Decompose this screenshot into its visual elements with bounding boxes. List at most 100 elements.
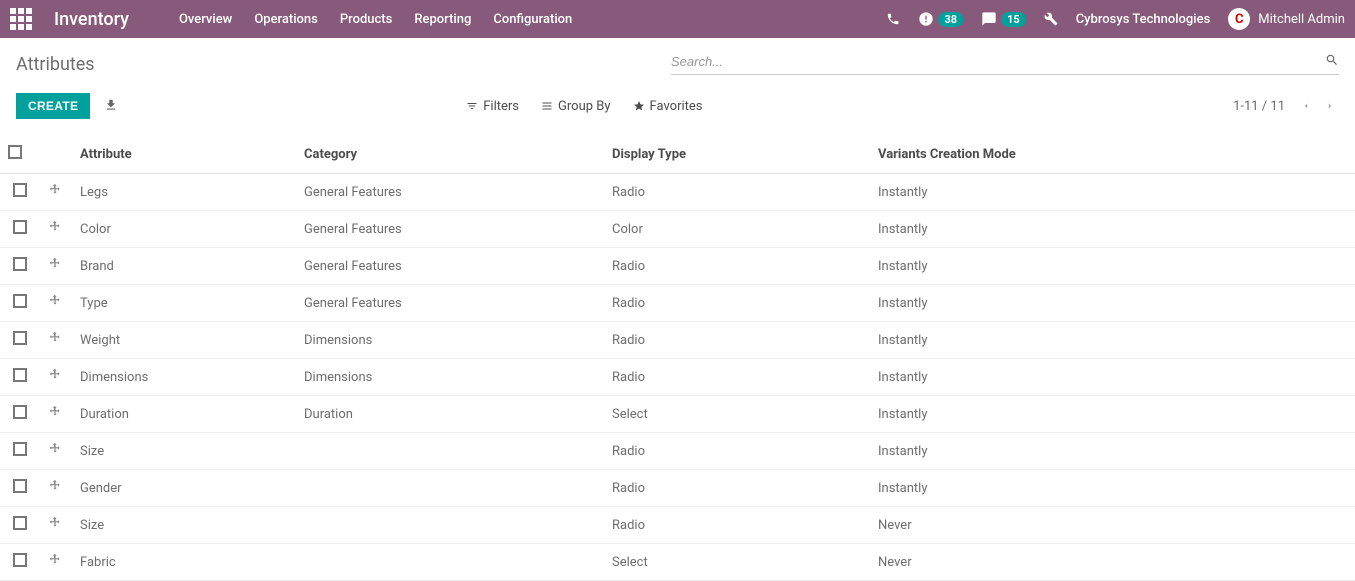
table-row[interactable]: TypeGeneral FeaturesRadioInstantly xyxy=(0,285,1355,322)
company-name[interactable]: Cybrosys Technologies xyxy=(1076,12,1211,27)
table-row[interactable]: BrandGeneral FeaturesRadioInstantly xyxy=(0,248,1355,285)
topbar-right: 38 15 Cybrosys Technologies C Mitchell A… xyxy=(886,8,1345,30)
col-display-type[interactable]: Display Type xyxy=(604,135,870,174)
cell-category: General Features xyxy=(296,211,604,248)
nav-configuration[interactable]: Configuration xyxy=(493,12,572,27)
table-row[interactable]: ColorGeneral FeaturesColorInstantly xyxy=(0,211,1355,248)
pager-prev-button[interactable] xyxy=(1297,95,1315,118)
import-button[interactable] xyxy=(104,98,118,115)
cell-attribute: Size xyxy=(72,433,296,470)
row-checkbox[interactable] xyxy=(13,183,27,197)
table-row[interactable]: GenderRadioInstantly xyxy=(0,470,1355,507)
filters-button[interactable]: Filters xyxy=(466,99,519,114)
page-title: Attributes xyxy=(16,54,95,75)
phone-icon[interactable] xyxy=(886,12,900,26)
cell-variants-mode: Never xyxy=(870,507,1355,544)
cell-variants-mode: Instantly xyxy=(870,359,1355,396)
control-panel: Attributes CREATE Filters Group By Favor… xyxy=(0,38,1355,129)
row-checkbox[interactable] xyxy=(13,405,27,419)
cell-display-type: Radio xyxy=(604,470,870,507)
drag-handle-icon[interactable] xyxy=(48,257,62,275)
cell-attribute: Size xyxy=(72,507,296,544)
user-menu[interactable]: C Mitchell Admin xyxy=(1228,8,1345,30)
cell-attribute: Color xyxy=(72,211,296,248)
row-checkbox[interactable] xyxy=(13,294,27,308)
drag-handle-icon[interactable] xyxy=(48,220,62,238)
topbar: Inventory Overview Operations Products R… xyxy=(0,0,1355,38)
cell-variants-mode: Instantly xyxy=(870,211,1355,248)
search-bar[interactable] xyxy=(671,50,1339,75)
groupby-button[interactable]: Group By xyxy=(541,99,611,114)
row-checkbox[interactable] xyxy=(13,479,27,493)
nav-operations[interactable]: Operations xyxy=(254,12,318,27)
cell-variants-mode: Instantly xyxy=(870,433,1355,470)
main-nav: Overview Operations Products Reporting C… xyxy=(179,12,572,27)
search-input[interactable] xyxy=(671,50,1325,72)
table-row[interactable]: SizeRadioNever xyxy=(0,507,1355,544)
search-icon[interactable] xyxy=(1325,53,1339,70)
cell-attribute: Legs xyxy=(72,174,296,211)
cell-category: Dimensions xyxy=(296,359,604,396)
table-row[interactable]: SizeRadioInstantly xyxy=(0,433,1355,470)
pager-text[interactable]: 1-11 / 11 xyxy=(1233,99,1285,114)
drag-handle-icon[interactable] xyxy=(48,442,62,460)
activity-badge: 38 xyxy=(938,12,963,27)
cell-variants-mode: Never xyxy=(870,544,1355,581)
drag-handle-icon[interactable] xyxy=(48,331,62,349)
row-checkbox[interactable] xyxy=(13,368,27,382)
table-row[interactable]: DurationDurationSelectInstantly xyxy=(0,396,1355,433)
cell-variants-mode: Instantly xyxy=(870,396,1355,433)
attributes-table: Attribute Category Display Type Variants… xyxy=(0,135,1355,581)
cell-display-type: Select xyxy=(604,396,870,433)
cell-category: Dimensions xyxy=(296,322,604,359)
cell-category xyxy=(296,433,604,470)
drag-handle-icon[interactable] xyxy=(48,479,62,497)
cell-attribute: Duration xyxy=(72,396,296,433)
row-checkbox[interactable] xyxy=(13,442,27,456)
drag-handle-icon[interactable] xyxy=(48,294,62,312)
col-category[interactable]: Category xyxy=(296,135,604,174)
app-title[interactable]: Inventory xyxy=(54,9,129,30)
cell-variants-mode: Instantly xyxy=(870,174,1355,211)
row-checkbox[interactable] xyxy=(13,331,27,345)
create-button[interactable]: CREATE xyxy=(16,93,90,119)
cell-display-type: Radio xyxy=(604,322,870,359)
cell-variants-mode: Instantly xyxy=(870,470,1355,507)
nav-overview[interactable]: Overview xyxy=(179,12,232,27)
drag-handle-icon[interactable] xyxy=(48,405,62,423)
cell-category: General Features xyxy=(296,174,604,211)
activity-indicator[interactable]: 38 xyxy=(918,11,963,27)
table-row[interactable]: DimensionsDimensionsRadioInstantly xyxy=(0,359,1355,396)
nav-products[interactable]: Products xyxy=(340,12,392,27)
cell-variants-mode: Instantly xyxy=(870,248,1355,285)
drag-handle-icon[interactable] xyxy=(48,368,62,386)
discuss-badge: 15 xyxy=(1001,12,1026,27)
col-variants-mode[interactable]: Variants Creation Mode xyxy=(870,135,1355,174)
discuss-indicator[interactable]: 15 xyxy=(981,11,1026,27)
cell-attribute: Brand xyxy=(72,248,296,285)
table-row[interactable]: LegsGeneral FeaturesRadioInstantly xyxy=(0,174,1355,211)
nav-reporting[interactable]: Reporting xyxy=(414,12,471,27)
cell-display-type: Radio xyxy=(604,248,870,285)
row-checkbox[interactable] xyxy=(13,516,27,530)
cell-category: General Features xyxy=(296,285,604,322)
favorites-button[interactable]: Favorites xyxy=(633,99,703,114)
cell-category xyxy=(296,470,604,507)
apps-icon[interactable] xyxy=(10,8,32,30)
user-name: Mitchell Admin xyxy=(1258,12,1345,27)
table-row[interactable]: FabricSelectNever xyxy=(0,544,1355,581)
row-checkbox[interactable] xyxy=(13,220,27,234)
drag-handle-icon[interactable] xyxy=(48,516,62,534)
settings-icon[interactable] xyxy=(1044,12,1058,26)
drag-handle-icon[interactable] xyxy=(48,553,62,571)
col-attribute[interactable]: Attribute xyxy=(72,135,296,174)
cell-display-type: Radio xyxy=(604,285,870,322)
table-row[interactable]: WeightDimensionsRadioInstantly xyxy=(0,322,1355,359)
pager-next-button[interactable] xyxy=(1321,95,1339,118)
row-checkbox[interactable] xyxy=(13,553,27,567)
drag-handle-icon[interactable] xyxy=(48,183,62,201)
row-checkbox[interactable] xyxy=(13,257,27,271)
cell-display-type: Select xyxy=(604,544,870,581)
cell-display-type: Radio xyxy=(604,359,870,396)
select-all-checkbox[interactable] xyxy=(8,145,22,159)
